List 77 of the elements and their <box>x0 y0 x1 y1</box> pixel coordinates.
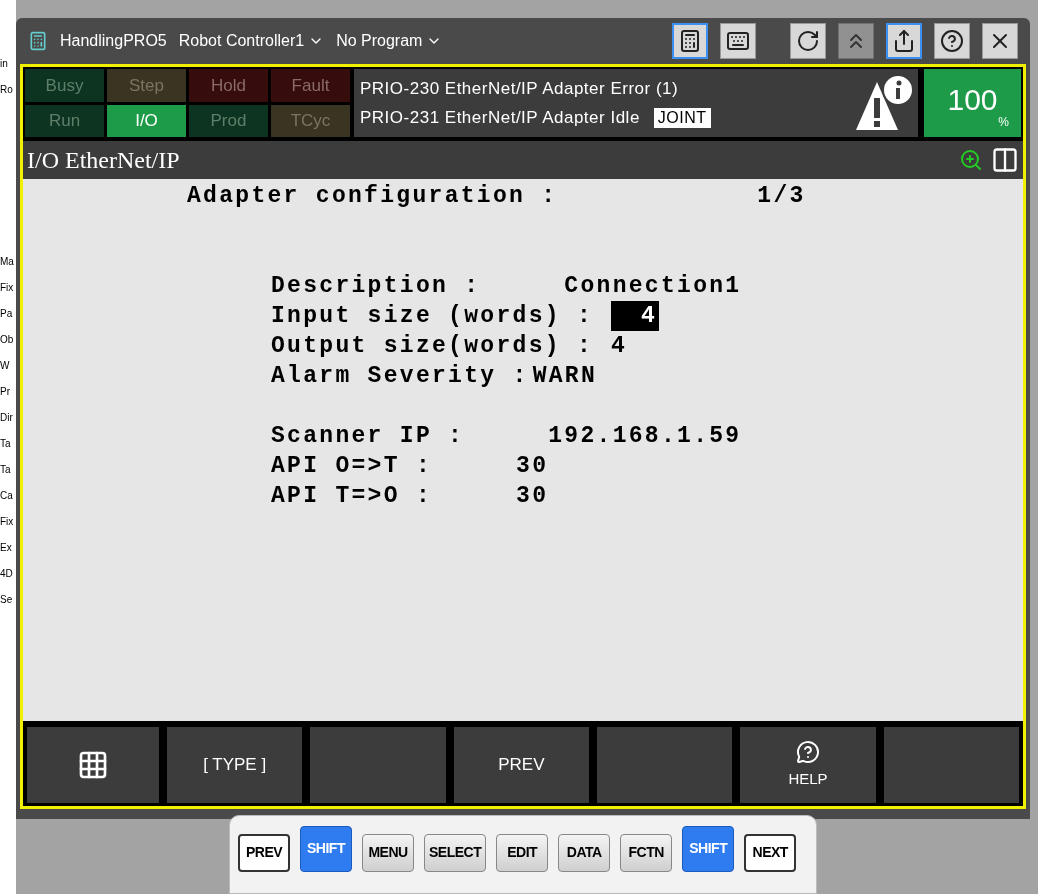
tree-item: Pr <box>0 386 11 398</box>
field-label: Alarm Severity : <box>271 362 529 391</box>
field-label: API T=>O : <box>271 482 433 511</box>
tree-item: Fix <box>0 516 15 528</box>
toolbar-button[interactable] <box>790 23 826 59</box>
mode-label: JOINT <box>653 107 711 128</box>
hardware-key[interactable]: NEXT <box>744 833 797 872</box>
toolbar-button[interactable] <box>720 23 756 59</box>
hardware-key[interactable]: DATA <box>558 833 611 872</box>
menu-key[interactable] <box>27 727 159 803</box>
field-label: Scanner IP : <box>271 422 465 451</box>
field-label: Output size(words) : <box>271 332 594 361</box>
function-key[interactable]: PREV <box>453 727 589 803</box>
field-value[interactable]: 4 <box>611 301 660 331</box>
tree-item: Ta <box>0 464 12 476</box>
program-dropdown[interactable]: No Program <box>336 29 443 53</box>
help-icon <box>795 739 820 764</box>
status-lamp: Prod <box>189 104 268 137</box>
status-lamp: I/O <box>107 104 186 137</box>
alarm-message: PRIO-231 EtherNet/IP Adapter Idle <box>360 107 640 129</box>
help-key[interactable]: HELP <box>740 727 876 803</box>
grid-icon <box>77 749 109 781</box>
tree-item: Dir <box>0 412 14 424</box>
field-value[interactable]: WARN <box>532 361 598 391</box>
share-icon <box>892 29 916 53</box>
refresh-icon <box>796 29 820 53</box>
field-value[interactable]: 30 <box>516 451 549 481</box>
tree-item: Pa <box>0 308 14 320</box>
tree-item: Ob <box>0 334 15 346</box>
pendant-icon <box>678 29 702 53</box>
status-lamp: TCyc <box>271 104 350 137</box>
override-unit: % <box>998 116 1009 128</box>
field-value[interactable]: 192.168.1.59 <box>548 421 742 451</box>
split-view-icon[interactable] <box>991 146 1019 174</box>
status-lamp: Fault <box>271 69 350 102</box>
tree-item: W <box>0 360 11 372</box>
app-title: HandlingPRO5 <box>60 31 167 51</box>
field-value[interactable]: 30 <box>516 481 549 511</box>
hardware-key[interactable]: SHIFT <box>682 825 735 872</box>
status-lamp: Busy <box>25 69 104 102</box>
hardware-key[interactable]: PREV <box>238 833 290 872</box>
field-label: API O=>T : <box>271 452 433 481</box>
function-key[interactable]: [ TYPE ] <box>167 727 303 803</box>
status-lamp: Hold <box>189 69 268 102</box>
hardware-key[interactable]: EDIT <box>496 833 549 872</box>
toolbar-button[interactable] <box>886 23 922 59</box>
toolbar-button[interactable] <box>672 23 708 59</box>
hardware-key[interactable]: MENU <box>362 833 414 872</box>
toolbar-button[interactable] <box>982 23 1018 59</box>
hardware-key[interactable]: SHIFT <box>300 825 352 872</box>
field-label: Description : <box>271 272 481 301</box>
hardware-key[interactable]: SELECT <box>424 833 487 872</box>
tree-item: 4D <box>0 568 14 580</box>
tree-item: in <box>0 58 9 70</box>
screen-title: I/O EtherNet/IP <box>27 146 180 175</box>
tree-item: Ro <box>0 84 14 96</box>
status-lamp: Step <box>107 69 186 102</box>
section-heading: Adapter configuration : <box>187 182 558 211</box>
status-lamp: Run <box>25 104 104 137</box>
help-icon <box>940 29 964 53</box>
toolbar-button[interactable] <box>934 23 970 59</box>
field-value[interactable]: Connection1 <box>564 271 742 301</box>
override-value: 100 <box>947 84 998 116</box>
tree-item: Ma <box>0 256 15 268</box>
field-label: Input size (words) : <box>271 302 594 331</box>
page-indicator: 1/3 <box>757 182 806 211</box>
tree-item: Ta <box>0 438 12 450</box>
hardware-key[interactable]: FCTN <box>620 833 673 872</box>
zoom-in-icon[interactable] <box>959 148 983 172</box>
tree-item: Se <box>0 594 14 606</box>
field-value[interactable]: 4 <box>611 331 628 361</box>
tree-item: Fix <box>0 282 15 294</box>
alarm-message: PRIO-230 EtherNet/IP Adapter Error (1) <box>360 77 680 100</box>
keyboard-icon <box>726 29 750 53</box>
tree-item: Ca <box>0 490 14 502</box>
tree-item: Ex <box>0 542 13 554</box>
controller-dropdown[interactable]: Robot Controller1 <box>178 29 325 53</box>
